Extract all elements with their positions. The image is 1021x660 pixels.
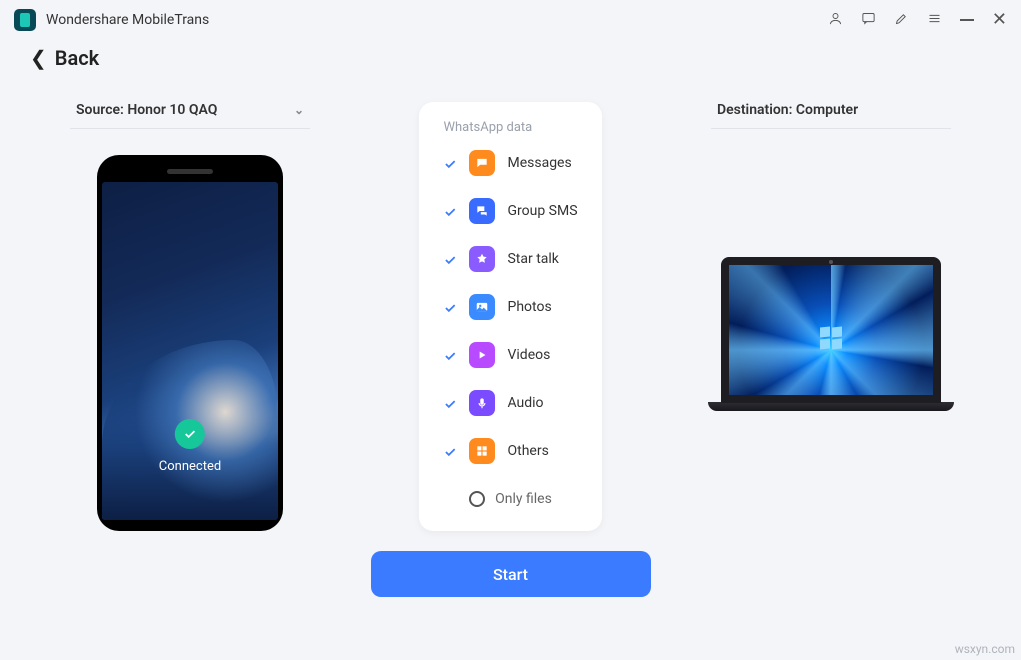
photos-icon: [469, 294, 495, 320]
data-item-audio[interactable]: Audio: [437, 379, 583, 427]
item-label: Videos: [507, 347, 550, 363]
back-label: Back: [55, 46, 99, 70]
check-icon: [443, 348, 457, 362]
data-item-others[interactable]: Others: [437, 427, 583, 475]
window-close[interactable]: ✕: [992, 11, 1007, 29]
data-item-group-sms[interactable]: Group SMS: [437, 187, 583, 235]
item-label: Others: [507, 443, 548, 459]
window-minimize[interactable]: [960, 19, 974, 21]
chevron-down-icon: ⌄: [294, 103, 304, 117]
check-icon: [443, 300, 457, 314]
menu-icon[interactable]: [927, 11, 942, 30]
data-selection-card: WhatsApp data Messages Group SMS Star ta…: [419, 102, 601, 531]
source-device-phone: Connected: [97, 155, 283, 531]
videos-icon: [469, 342, 495, 368]
start-button[interactable]: Start: [371, 551, 651, 597]
connected-check-icon: [175, 419, 205, 449]
account-icon[interactable]: [828, 11, 843, 30]
check-icon: [443, 156, 457, 170]
chevron-left-icon: ❮: [30, 46, 47, 70]
card-title: WhatsApp data: [437, 120, 583, 135]
check-icon: [443, 444, 457, 458]
windows-logo-icon: [820, 327, 842, 349]
source-device-selector[interactable]: Source: Honor 10 QAQ ⌄: [70, 102, 310, 129]
watermark: wsxyn.com: [955, 642, 1015, 656]
feedback-icon[interactable]: [861, 11, 876, 30]
source-status: Connected: [159, 459, 221, 474]
check-icon: [443, 252, 457, 266]
edit-icon[interactable]: [894, 11, 909, 30]
only-files-option[interactable]: Only files: [437, 475, 583, 511]
app-title: Wondershare MobileTrans: [46, 12, 209, 28]
group-sms-icon: [469, 198, 495, 224]
item-label: Photos: [507, 299, 551, 315]
back-button[interactable]: ❮ Back: [0, 40, 1021, 78]
radio-icon: [469, 491, 485, 507]
source-label: Source: Honor 10 QAQ: [76, 102, 217, 118]
audio-icon: [469, 390, 495, 416]
check-icon: [443, 396, 457, 410]
destination-label: Destination: Computer: [717, 102, 858, 118]
data-item-messages[interactable]: Messages: [437, 139, 583, 187]
check-icon: [443, 204, 457, 218]
item-label: Messages: [507, 155, 571, 171]
item-label: Audio: [507, 395, 543, 411]
titlebar: Wondershare MobileTrans ✕: [0, 0, 1021, 40]
star-talk-icon: [469, 246, 495, 272]
only-files-label: Only files: [495, 491, 552, 507]
item-label: Star talk: [507, 251, 558, 267]
item-label: Group SMS: [507, 203, 577, 219]
others-icon: [469, 438, 495, 464]
messages-icon: [469, 150, 495, 176]
app-logo: [14, 9, 36, 31]
destination-device-laptop: [708, 257, 954, 411]
data-item-videos[interactable]: Videos: [437, 331, 583, 379]
data-item-star-talk[interactable]: Star talk: [437, 235, 583, 283]
data-item-photos[interactable]: Photos: [437, 283, 583, 331]
destination-device-header: Destination: Computer: [711, 102, 951, 129]
